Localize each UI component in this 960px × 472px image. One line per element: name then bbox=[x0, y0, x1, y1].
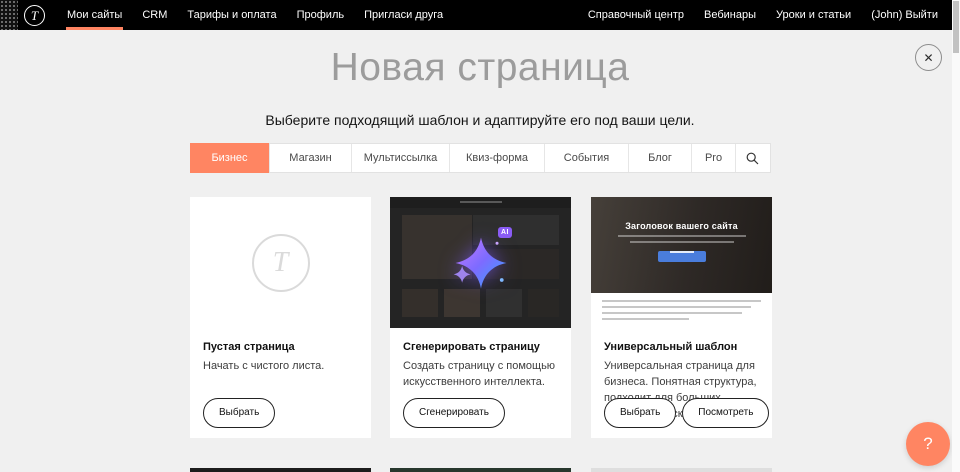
page-subtitle: Выберите подходящий шаблон и адаптируйте… bbox=[0, 112, 960, 128]
universal-template-preview: Заголовок вашего сайта bbox=[591, 197, 772, 328]
nav-webinars[interactable]: Вебинары bbox=[694, 0, 766, 30]
decorative-texture bbox=[0, 0, 18, 30]
next-row-card-preview bbox=[190, 468, 371, 472]
preview-text-line bbox=[602, 306, 751, 308]
preview-heading: Заголовок вашего сайта bbox=[591, 197, 772, 231]
tab-pro[interactable]: Pro bbox=[691, 144, 735, 172]
view-universal-button[interactable]: Посмотреть bbox=[682, 398, 769, 428]
preview-text-line bbox=[630, 241, 734, 243]
card-actions: Выбрать bbox=[203, 398, 275, 428]
scrollbar-thumb[interactable] bbox=[953, 1, 959, 53]
tab-events[interactable]: События bbox=[544, 144, 628, 172]
tilda-watermark-icon: T bbox=[252, 234, 310, 292]
nav-logout[interactable]: (John) Выйти bbox=[861, 0, 948, 30]
card-description: Начать с чистого листа. bbox=[203, 359, 358, 375]
card-description: Создать страницу с помощью искусственног… bbox=[403, 359, 558, 391]
choose-empty-page-button[interactable]: Выбрать bbox=[203, 398, 275, 428]
tab-multilink[interactable]: Мультиссылка bbox=[351, 144, 449, 172]
next-row-card-preview bbox=[390, 468, 571, 472]
topbar: T Мои сайты CRM Тарифы и оплата Профиль … bbox=[0, 0, 960, 30]
ai-badge: AI bbox=[498, 227, 512, 238]
nav-help-center[interactable]: Справочный центр bbox=[578, 0, 694, 30]
card-title: Сгенерировать страницу bbox=[403, 341, 558, 353]
preview-text-line bbox=[602, 300, 761, 302]
preview-text-line bbox=[602, 318, 689, 320]
topbar-nav-right: Справочный центр Вебинары Уроки и статьи… bbox=[578, 0, 960, 30]
nav-profile[interactable]: Профиль bbox=[287, 0, 355, 30]
scrollbar[interactable] bbox=[952, 0, 960, 472]
card-actions: Сгенерировать bbox=[403, 398, 505, 428]
tab-shop[interactable]: Магазин bbox=[269, 144, 351, 172]
tab-blog[interactable]: Блог bbox=[628, 144, 691, 172]
ai-sparkle-icon bbox=[448, 230, 514, 296]
topbar-nav-left: Мои сайты CRM Тарифы и оплата Профиль Пр… bbox=[57, 0, 453, 30]
preview-hero-section: Заголовок вашего сайта bbox=[591, 197, 772, 293]
search-icon bbox=[746, 152, 759, 165]
preview-cta-button bbox=[658, 251, 706, 262]
tab-quiz-form[interactable]: Квиз-форма bbox=[449, 144, 544, 172]
card-title: Пустая страница bbox=[203, 341, 358, 353]
generate-page-button[interactable]: Сгенерировать bbox=[403, 398, 505, 428]
tilda-logo[interactable]: T bbox=[24, 5, 45, 26]
next-row-card-preview bbox=[591, 468, 772, 472]
nav-plans-payment[interactable]: Тарифы и оплата bbox=[177, 0, 286, 30]
empty-page-preview: T bbox=[190, 197, 371, 328]
nav-invite-friend[interactable]: Пригласи друга bbox=[354, 0, 453, 30]
preview-text-line bbox=[602, 312, 742, 314]
card-title: Универсальный шаблон bbox=[604, 341, 759, 353]
nav-crm[interactable]: CRM bbox=[132, 0, 177, 30]
close-button[interactable]: ✕ bbox=[915, 44, 942, 71]
tab-search[interactable] bbox=[735, 144, 769, 172]
choose-universal-button[interactable]: Выбрать bbox=[604, 398, 676, 428]
nav-my-sites[interactable]: Мои сайты bbox=[57, 0, 132, 30]
tilda-watermark-letter: T bbox=[273, 247, 289, 279]
card-body: Пустая страница Начать с чистого листа. bbox=[190, 328, 371, 375]
preview-text-section bbox=[591, 293, 772, 328]
template-card-empty-page: T Пустая страница Начать с чистого листа… bbox=[190, 197, 371, 438]
template-card-universal: Заголовок вашего сайта Универсальный шаб… bbox=[591, 197, 772, 438]
page-title: Новая страница bbox=[0, 46, 960, 90]
close-icon: ✕ bbox=[923, 51, 933, 65]
card-body: Сгенерировать страницу Создать страницу … bbox=[390, 328, 571, 391]
help-button[interactable]: ? bbox=[906, 422, 950, 466]
preview-text-line bbox=[618, 235, 746, 237]
nav-lessons-articles[interactable]: Уроки и статьи bbox=[766, 0, 861, 30]
tab-business[interactable]: Бизнес bbox=[190, 143, 269, 173]
card-actions: Выбрать Посмотреть bbox=[604, 398, 769, 428]
ai-generate-preview: AI bbox=[390, 197, 571, 328]
template-card-ai-generate: AI Сгенерировать страницу Создать страни… bbox=[390, 197, 571, 438]
template-category-tabs: Бизнес Магазин Мультиссылка Квиз-форма С… bbox=[190, 143, 771, 173]
tilda-logo-letter: T bbox=[31, 9, 38, 22]
